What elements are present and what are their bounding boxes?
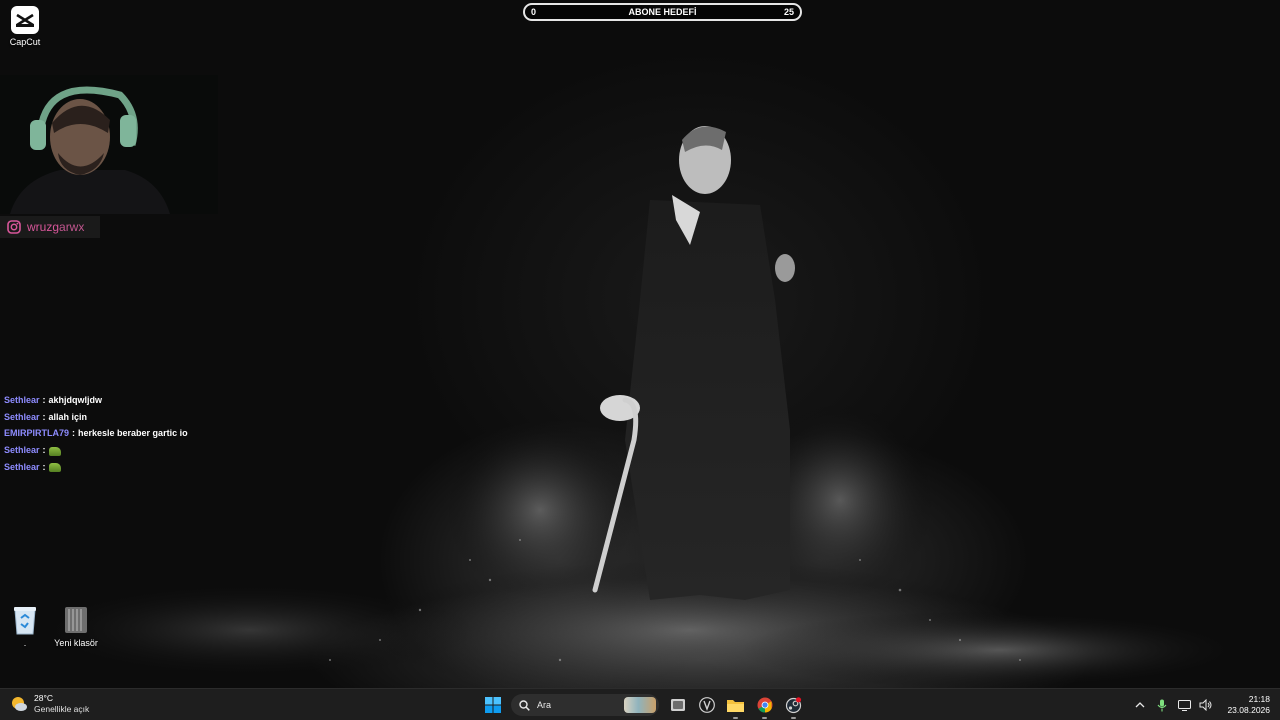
taskbar-search[interactable]: Ara	[511, 694, 659, 716]
search-highlight-image	[624, 697, 656, 713]
volume-icon	[1199, 699, 1212, 711]
system-tray: 21:18 23.08.2026	[1133, 689, 1270, 720]
subscriber-goal-bar: 0 ABONE HEDEFİ 25	[523, 3, 802, 21]
start-button[interactable]	[478, 690, 507, 720]
file-explorer-icon	[727, 700, 744, 712]
file-explorer-button[interactable]	[721, 690, 750, 720]
webcam-feed	[0, 75, 218, 214]
microphone-icon	[1158, 699, 1167, 711]
chat-separator: :	[42, 411, 46, 422]
search-placeholder: Ara	[537, 700, 552, 710]
handle-part1: wruzg	[27, 220, 60, 234]
chrome-icon	[757, 697, 772, 713]
clock-date: 23.08.2026	[1227, 705, 1270, 715]
clock[interactable]: 21:18 23.08.2026	[1227, 694, 1270, 716]
microphone-button[interactable]	[1155, 698, 1169, 712]
chat-overlay: Sethlear: akhjdqwljdw Sethlear: allah için E…	[4, 392, 304, 475]
chat-message: Sethlear: akhjdqwljdw	[4, 392, 304, 409]
clock-time: 21:18	[1248, 694, 1270, 704]
steam-icon	[785, 696, 802, 713]
network-icon	[1177, 699, 1191, 711]
task-view-button[interactable]	[663, 690, 692, 720]
taskbar: 28°C Genellikle açık Ara 21:18 23.08.202…	[0, 688, 1280, 720]
recycle-bin-icon	[14, 607, 36, 635]
instagram-handle-badge: wruzgarwx	[0, 216, 100, 238]
desktop-icon-capcut[interactable]: CapCut	[0, 6, 55, 47]
search-icon	[519, 699, 530, 711]
running-indicator	[762, 717, 767, 719]
task-view-icon	[670, 699, 685, 711]
volume-button[interactable]	[1199, 698, 1213, 712]
steam-button[interactable]	[779, 690, 808, 720]
chat-separator: :	[72, 428, 76, 439]
chat-username: Sethlear	[4, 445, 40, 456]
running-indicator	[733, 717, 738, 719]
running-indicator	[791, 717, 796, 719]
chat-emote-icon	[48, 463, 61, 473]
capcut-icon	[11, 6, 39, 34]
instagram-handle: wruzgarwx	[27, 220, 84, 234]
chat-emote-icon	[48, 446, 61, 456]
instagram-icon	[7, 220, 21, 234]
chat-text: akhjdqwljdw	[48, 395, 103, 406]
goal-current: 0	[531, 7, 537, 17]
chat-message: EMIRPIRTLA79: herkesle beraber gartic io	[4, 425, 304, 442]
chrome-button[interactable]	[750, 690, 779, 720]
desktop-icon-label: CapCut	[9, 37, 41, 47]
chat-separator: :	[42, 445, 46, 456]
show-hidden-icons-button[interactable]	[1133, 698, 1147, 712]
chat-separator: :	[42, 395, 46, 406]
handle-part2: arwx	[59, 220, 85, 234]
weather-widget[interactable]: 28°C Genellikle açık	[10, 693, 89, 715]
network-button[interactable]	[1177, 698, 1191, 712]
desktop-icon-new-folder[interactable]: Yeni klasör	[46, 605, 106, 648]
chat-text: allah için	[48, 411, 88, 422]
chat-username: Sethlear	[4, 411, 40, 422]
chat-username: Sethlear	[4, 461, 40, 472]
chat-message: Sethlear:	[4, 442, 304, 459]
goal-target: 25	[783, 7, 794, 17]
weather-temp: 28°C	[34, 693, 53, 703]
partly-cloudy-icon	[12, 697, 27, 711]
chevron-up-icon	[1135, 702, 1145, 708]
streamer-avatar	[0, 75, 218, 214]
weather-condition: Genellikle açık	[34, 704, 90, 714]
chat-message: Sethlear: allah için	[4, 409, 304, 426]
start-icon	[484, 697, 501, 713]
folder-icon	[65, 607, 87, 633]
goal-title: ABONE HEDEFİ	[628, 7, 697, 17]
chat-text: herkesle beraber gartic io	[78, 428, 188, 439]
chat-message: Sethlear:	[4, 458, 304, 475]
chat-separator: :	[42, 461, 46, 472]
chat-username: EMIRPIRTLA79	[4, 428, 70, 439]
taskbar-app-button[interactable]	[692, 690, 721, 720]
desktop-icon-label: Yeni klasör	[54, 638, 98, 648]
chat-username: Sethlear	[4, 395, 40, 406]
app-icon	[698, 697, 715, 713]
